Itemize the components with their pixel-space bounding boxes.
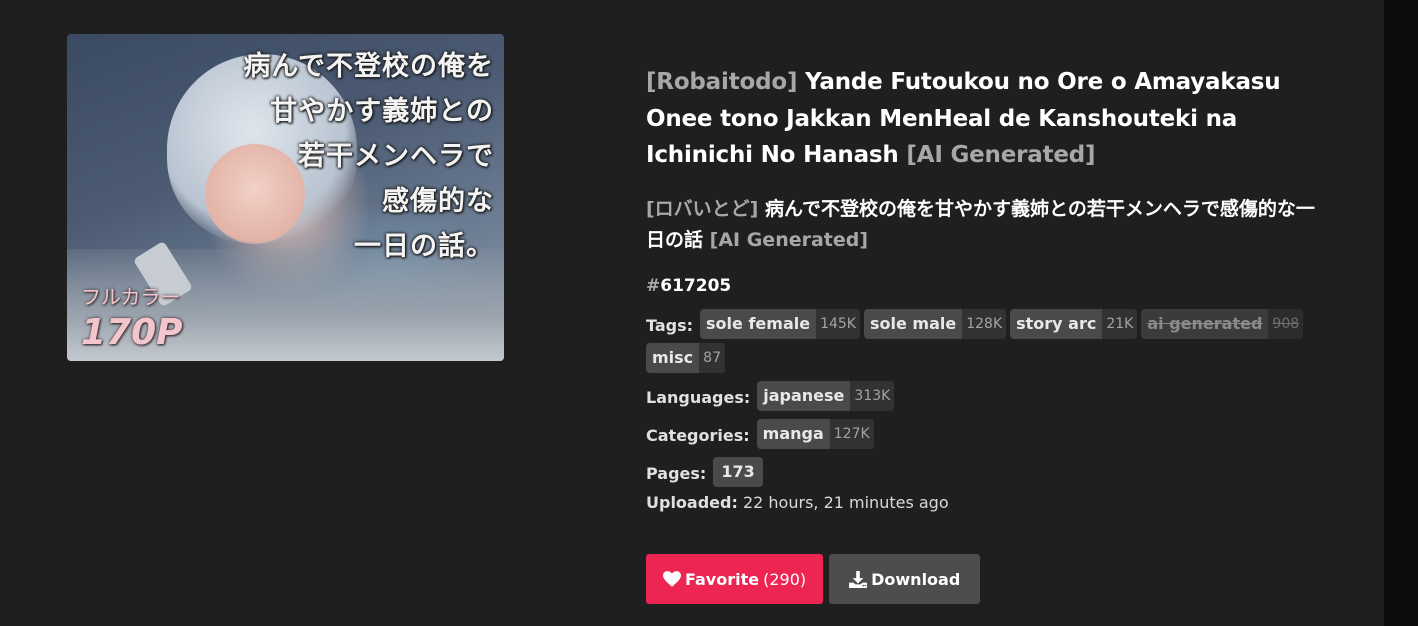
title-group-prefix: [Robaitodo] (646, 69, 798, 95)
pages-label: Pages: (646, 464, 707, 483)
languages-row: Languages: japanese 313K (646, 380, 1316, 415)
title-english: [Robaitodo] Yande Futoukou no Ore o Amay… (646, 64, 1316, 174)
languages-label: Languages: (646, 388, 751, 407)
favorite-count: (290) (763, 569, 807, 589)
download-button[interactable]: Download (829, 554, 981, 604)
title-suffix: [AI Generated] (906, 142, 1096, 168)
uploaded-value: 22 hours, 21 minutes ago (742, 492, 949, 512)
cover-title-overlay: 病んで不登校の俺を 甘やかす義姉との 若干メンヘラで 感傷的な 一日の話。 (243, 51, 494, 262)
page-count-badge[interactable]: 173 (713, 456, 763, 487)
tag-misc[interactable]: misc 87 (646, 342, 725, 373)
tag-sole-female[interactable]: sole female 145K (700, 308, 860, 339)
categories-label: Categories: (646, 426, 750, 445)
gallery-actions: Favorite (290) Download (646, 554, 981, 604)
categories-row: Categories: manga 127K (646, 418, 1316, 453)
scrollbar-track[interactable] (1384, 0, 1418, 626)
tag-ai-generated[interactable]: ai generated 908 (1141, 308, 1304, 339)
cover-page-badge: フルカラー 170P (81, 285, 183, 353)
gallery-id: #617205 (646, 275, 732, 296)
favorite-button[interactable]: Favorite (290) (646, 554, 824, 604)
gallery-info: [Robaitodo] Yande Futoukou no Ore o Amay… (646, 64, 1316, 512)
uploaded-label: Uploaded: (646, 492, 738, 512)
heart-icon (663, 571, 681, 587)
pages-row: Pages: 173 (646, 456, 1316, 491)
tag-language-japanese[interactable]: japanese 313K (757, 380, 895, 411)
tags-label: Tags: (646, 316, 694, 335)
tag-sole-male[interactable]: sole male 128K (863, 308, 1007, 339)
upload-date: Uploaded: 22 hours, 21 minutes ago (646, 493, 1316, 512)
download-icon (849, 570, 868, 588)
title-japanese: [ロバいとど] 病んで不登校の俺を甘やかす義姉との若干メンヘラで感傷的な一日の話… (646, 194, 1316, 256)
title-ja-suffix: [AI Generated] (709, 228, 869, 251)
tag-category-manga[interactable]: manga 127K (756, 418, 874, 449)
gallery-cover-image[interactable]: 病んで不登校の俺を 甘やかす義姉との 若干メンヘラで 感傷的な 一日の話。 フル… (67, 34, 504, 361)
tags-row: Tags: sole female 145K sole male 128K stor… (646, 308, 1316, 377)
tag-story-arc[interactable]: story arc 21K (1010, 308, 1138, 339)
gallery-metadata: Tags: sole female 145K sole male 128K stor… (646, 308, 1316, 512)
title-ja-prefix: [ロバいとど] (646, 197, 759, 220)
